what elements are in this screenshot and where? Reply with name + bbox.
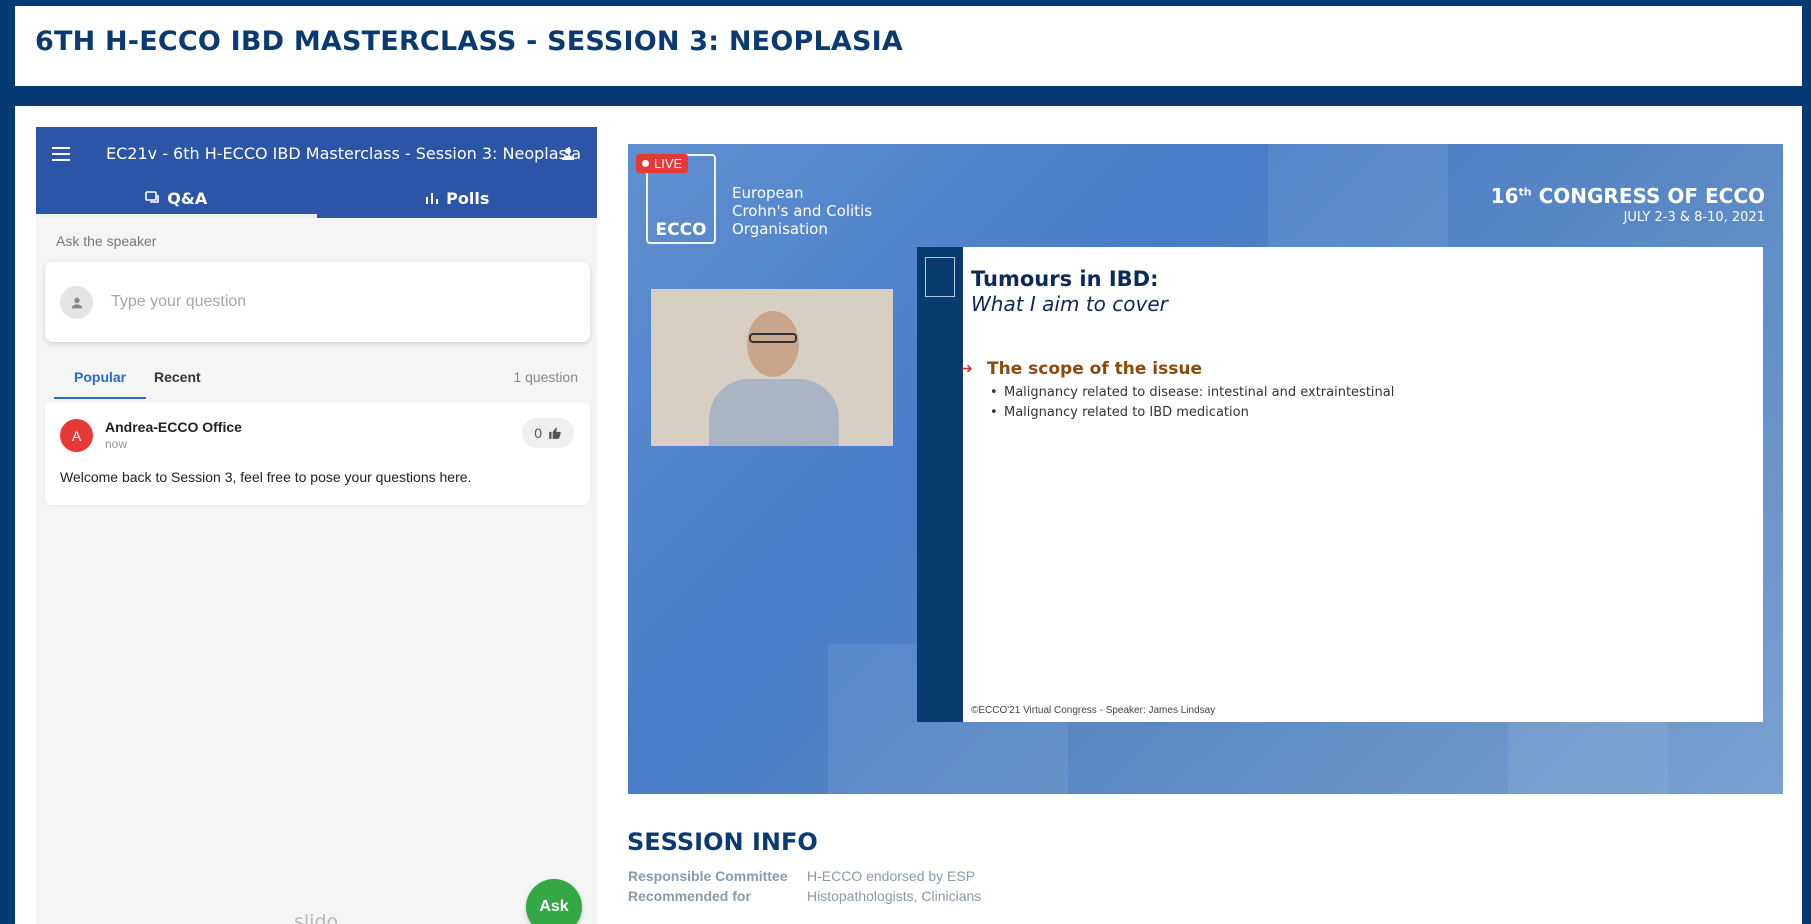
- slide-main-bullet: The scope of the issue: [987, 359, 1203, 379]
- active-tab-underline: [54, 397, 146, 399]
- slido-tabs: Q&A Polls: [36, 178, 597, 218]
- ask-button[interactable]: Ask: [526, 879, 582, 924]
- question-input[interactable]: [111, 288, 561, 316]
- slido-top-bar: EC21v - 6th H-ECCO IBD Masterclass - Ses…: [36, 127, 597, 218]
- recommended-for-label: Recommended for: [628, 888, 751, 904]
- recommended-for-value: Histopathologists, Clinicians: [807, 888, 982, 904]
- slide-footer: ©ECCO'21 Virtual Congress - Speaker: Jam…: [971, 705, 1216, 716]
- session-info-title: SESSION INFO: [627, 828, 818, 856]
- presentation-slide: Tumours in IBD: What I aim to cover ➔ Th…: [917, 247, 1763, 722]
- slide-subtitle: What I aim to cover: [971, 292, 1168, 316]
- event-title: EC21v - 6th H-ECCO IBD Masterclass - Ses…: [106, 144, 582, 163]
- slide-title: Tumours in IBD:: [971, 267, 1159, 291]
- question-card: A Andrea-ECCO Office now 0 Welcome back …: [45, 403, 590, 505]
- tab-qa[interactable]: Q&A: [36, 178, 317, 218]
- question-time: now: [105, 437, 128, 451]
- congress-suffix: th: [1518, 185, 1532, 199]
- org-name-line: Organisation: [732, 220, 828, 238]
- tab-polls[interactable]: Polls: [317, 178, 598, 218]
- slide-sub-bullet: Malignancy related to disease: intestina…: [990, 385, 1394, 400]
- slide-sidebar: [917, 247, 963, 722]
- sort-bar: Popular Recent 1 question: [45, 357, 590, 401]
- avatar-icon: [60, 286, 93, 319]
- like-count: 0: [534, 425, 542, 441]
- question-count: 1 question: [513, 369, 578, 385]
- slide-sub-bullet: Malignancy related to IBD medication: [990, 405, 1249, 420]
- congress-number: 16: [1490, 184, 1519, 208]
- page-title: 6TH H-ECCO IBD MASTERCLASS - SESSION 3: …: [35, 26, 903, 57]
- user-icon[interactable]: [559, 145, 577, 163]
- congress-dates: JULY 2-3 & 8-10, 2021: [1623, 210, 1765, 225]
- chat-bubbles-icon: [145, 191, 160, 203]
- speaker-camera: [651, 289, 893, 446]
- ask-speaker-label: Ask the speaker: [56, 233, 157, 249]
- slido-panel: EC21v - 6th H-ECCO IBD Masterclass - Ses…: [36, 127, 597, 924]
- live-label: LIVE: [654, 156, 683, 171]
- tab-polls-label: Polls: [446, 188, 490, 208]
- page-header: 6TH H-ECCO IBD MASTERCLASS - SESSION 3: …: [15, 6, 1802, 86]
- responsible-committee-label: Responsible Committee: [628, 868, 788, 884]
- ecco-logo-text: ECCO: [655, 220, 707, 240]
- question-box: [45, 262, 590, 342]
- responsible-committee-value: H-ECCO endorsed by ESP: [807, 868, 976, 884]
- organisation-name: European Crohn's and Colitis Organisatio…: [732, 184, 872, 238]
- tab-qa-label: Q&A: [167, 188, 208, 208]
- hamburger-menu-icon[interactable]: [52, 147, 70, 161]
- org-name-line: European: [732, 184, 804, 202]
- ecco-small-logo: [925, 257, 955, 297]
- author-name: Andrea-ECCO Office: [105, 419, 242, 435]
- author-avatar: A: [60, 419, 93, 452]
- bullet-arrow-icon: ➔: [961, 360, 973, 376]
- sort-recent-tab[interactable]: Recent: [153, 369, 202, 385]
- live-dot-icon: [642, 160, 649, 167]
- congress-title: 16th CONGRESS OF ECCO: [1491, 184, 1765, 208]
- sort-popular-tab[interactable]: Popular: [73, 369, 127, 385]
- thumbs-up-icon: [549, 427, 561, 439]
- question-text: Welcome back to Session 3, feel free to …: [60, 469, 472, 485]
- org-name-line: Crohn's and Colitis: [732, 202, 873, 220]
- bar-chart-icon: [426, 193, 439, 204]
- slido-logo: slido: [294, 911, 339, 924]
- live-badge: LIVE: [636, 154, 689, 173]
- video-player[interactable]: ECCO LIVE European Crohn's and Colitis O…: [628, 144, 1783, 794]
- congress-title-text: CONGRESS OF ECCO: [1538, 184, 1765, 208]
- like-button[interactable]: 0: [522, 418, 574, 448]
- main-content: EC21v - 6th H-ECCO IBD Masterclass - Ses…: [15, 106, 1802, 924]
